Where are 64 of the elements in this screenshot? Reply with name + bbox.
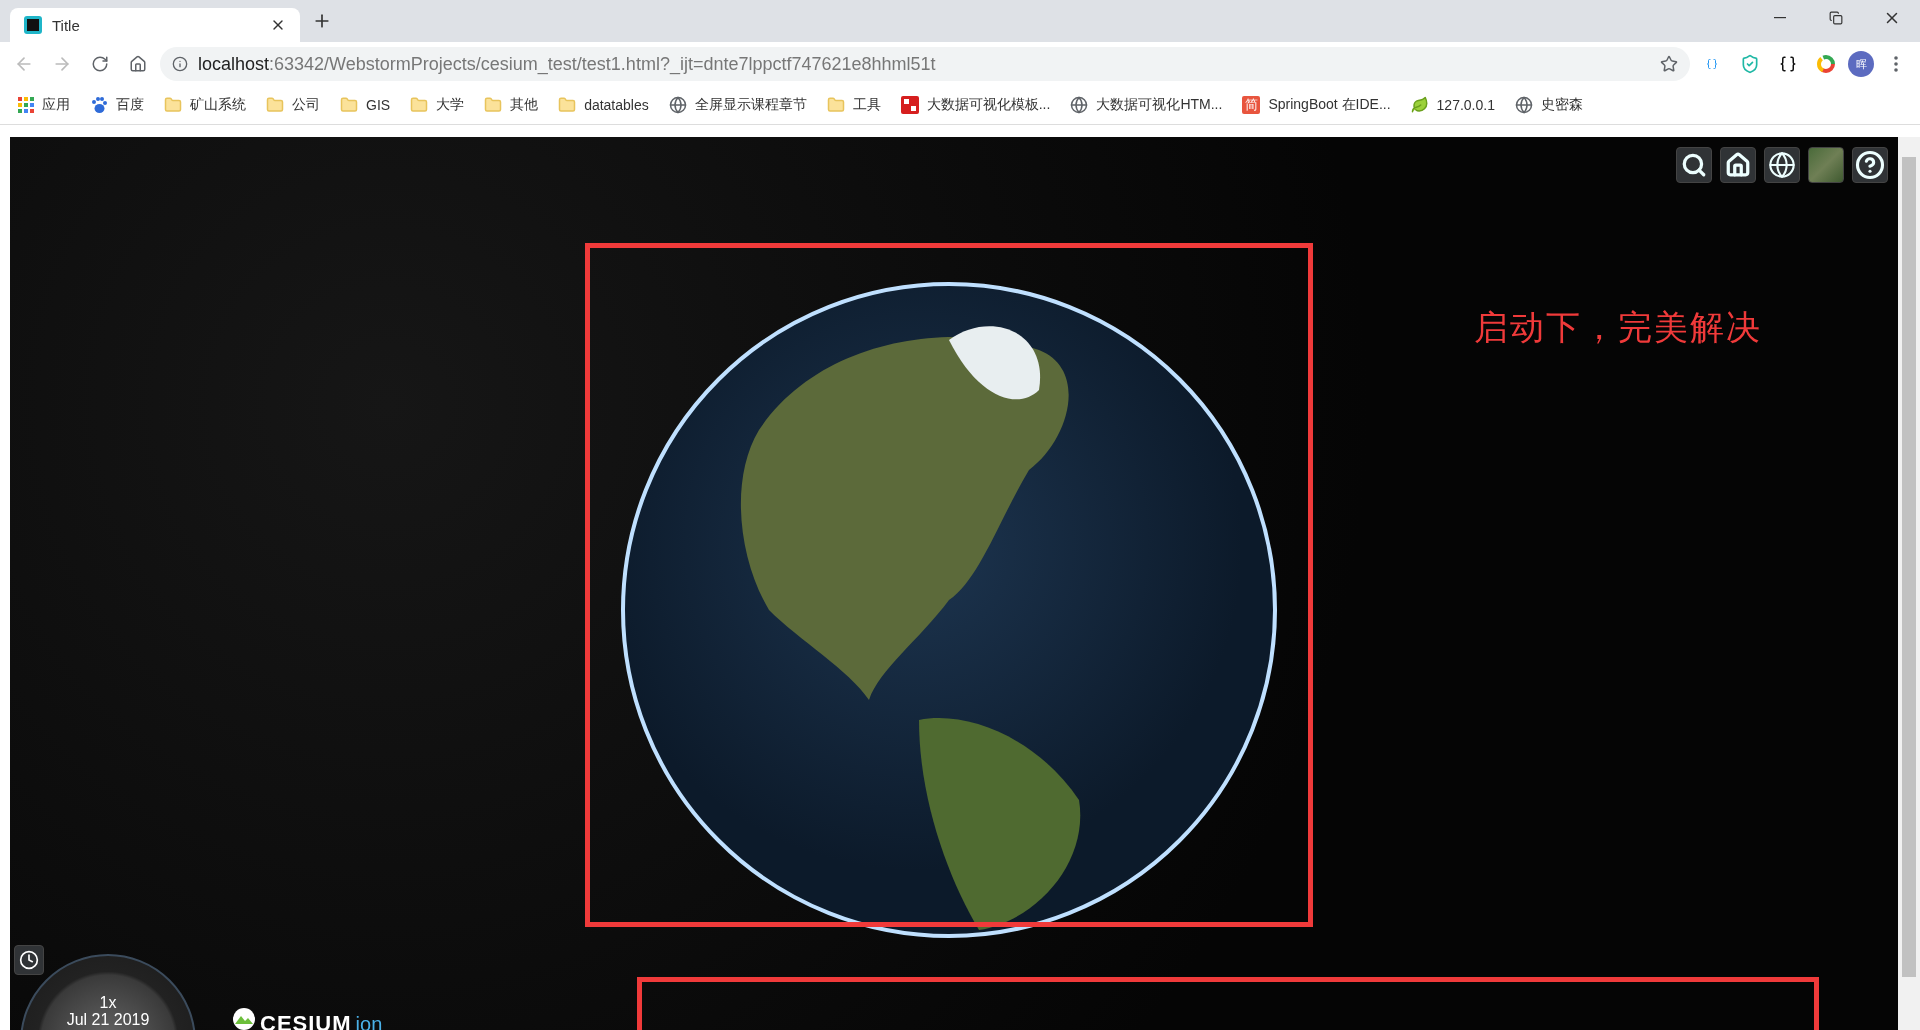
folder-icon (410, 96, 429, 114)
app-logo-icon (24, 16, 42, 34)
folder-icon (266, 96, 284, 114)
bookmark-link[interactable]: 大学 (410, 96, 465, 114)
bookmark-link[interactable]: 其他 (484, 96, 539, 114)
bookmark-link[interactable]: 百度 (90, 96, 144, 114)
apps-grid-icon (18, 97, 34, 113)
bookmark-link[interactable]: 大数据可视化模板... (900, 96, 1051, 114)
folder-icon (558, 96, 577, 114)
home-icon (129, 55, 147, 73)
info-icon (172, 56, 188, 72)
home-view-button[interactable] (1720, 147, 1756, 183)
paw-icon (90, 96, 108, 114)
bookmark-link[interactable]: 工具 (826, 96, 881, 114)
bookmark-link[interactable]: 127.0.0.1 (1410, 96, 1495, 114)
globe-icon (1514, 96, 1533, 114)
base-layer-button[interactable] (1808, 147, 1844, 183)
folder-icon (164, 96, 182, 114)
reload-icon (91, 55, 109, 73)
more-icon (1894, 56, 1898, 72)
speed-label: 1x (99, 994, 117, 1011)
bookmark-link[interactable]: 全屏显示课程章节 (668, 96, 807, 114)
folder-icon (484, 96, 503, 114)
bookmark-link[interactable]: 大数据可视化HTM... (1070, 96, 1223, 114)
restore-icon (1829, 11, 1843, 25)
animation-dial[interactable]: 1x Jul 21 2019 (20, 954, 196, 1030)
annotation-text: 启动下，完美解决 (1474, 306, 1762, 349)
bookmark-badge: 简 (1242, 96, 1261, 114)
shield-icon (1740, 54, 1760, 74)
browser-tab[interactable]: Title (10, 8, 300, 42)
folder-icon (826, 96, 845, 114)
minimize-icon (1774, 17, 1786, 19)
bookmark-link[interactable]: 矿山系统 (164, 96, 246, 114)
leaf-icon (1410, 96, 1429, 114)
bookmark-link[interactable]: GIS (340, 96, 391, 114)
search-button[interactable] (1676, 147, 1712, 183)
help-button[interactable] (1852, 147, 1888, 183)
bookmark-link[interactable]: 简 SpringBoot 在IDE... (1242, 96, 1391, 114)
search-icon (1681, 152, 1707, 178)
globe-icon (1768, 151, 1796, 179)
help-icon (1855, 150, 1885, 180)
url-text: localhost:63342/WebstormProjects/cesium_test/test1.html?_ijt=dnte7lppctf747621e8hhml51t (198, 53, 937, 75)
date-label: Jul 21 2019 (66, 1011, 150, 1028)
bookmark-star-icon[interactable] (1660, 55, 1678, 73)
bookmark-link[interactable]: 公司 (266, 96, 320, 114)
braces-icon (1779, 55, 1797, 73)
scene-mode-button[interactable] (1764, 147, 1800, 183)
folder-icon (340, 96, 358, 114)
profile-avatar[interactable]: 晖 (1848, 51, 1874, 77)
address-bar[interactable]: localhost:63342/WebstormProjects/cesium_test/test1.html?_ijt=dnte7lppctf747621e8hhml51t (160, 47, 1690, 81)
globe-icon (1070, 96, 1089, 114)
scrollbar-thumb[interactable] (1902, 157, 1916, 977)
bookmark-link[interactable]: 史密森 (1514, 96, 1583, 114)
bookmark-link[interactable]: 应用 (18, 96, 70, 114)
seal-icon (900, 96, 919, 114)
clock-button[interactable] (14, 945, 44, 975)
logo-icon (232, 1007, 256, 1030)
tab-title: Title (52, 16, 81, 34)
globe-icon (668, 96, 687, 114)
bookmark-link[interactable]: datatables (558, 96, 649, 114)
home-icon (1725, 152, 1751, 178)
braces-icon (1706, 58, 1718, 70)
clock-icon (19, 950, 39, 970)
ring-icon (1816, 54, 1836, 74)
